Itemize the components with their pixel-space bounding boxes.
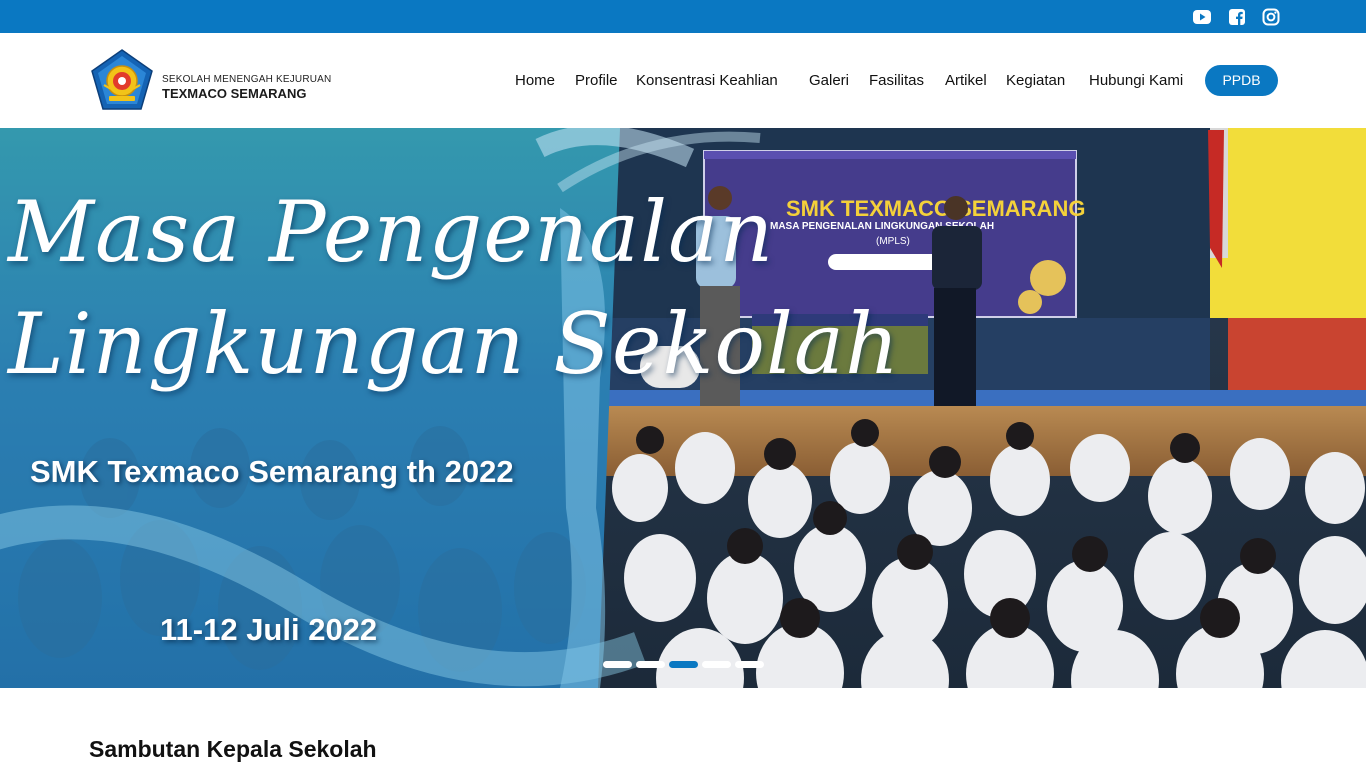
facebook-icon[interactable] [1228, 8, 1246, 26]
banner-title: SMK TEXMACO SEMARANG [786, 196, 1085, 221]
school-logo[interactable] [90, 49, 154, 111]
slider-dot-4[interactable] [702, 661, 731, 668]
nav-fasilitas[interactable]: Fasilitas [869, 71, 924, 91]
school-name: SEKOLAH MENENGAH KEJURUAN TEXMACO SEMARA… [162, 74, 331, 102]
nav-profile[interactable]: Profile [575, 71, 618, 91]
hero-title-line1: Masa Pengenalan [8, 183, 775, 281]
slider-dot-2[interactable] [636, 661, 665, 668]
slider-pagination [603, 661, 773, 669]
school-name-label: TEXMACO SEMARANG [162, 86, 307, 101]
school-type-label: SEKOLAH MENENGAH KEJURUAN [162, 74, 332, 85]
hero-date: 11-12 Juli 2022 [160, 612, 378, 647]
nav-konsentrasi-keahlian[interactable]: Konsentrasi Keahlian [636, 71, 778, 91]
hero-subtitle: SMK Texmaco Semarang th 2022 [30, 454, 514, 489]
top-bar [0, 0, 1366, 33]
banner-tag: (MPLS) [876, 236, 910, 247]
nav-artikel[interactable]: Artikel [945, 71, 987, 91]
nav-galeri[interactable]: Galeri [809, 71, 849, 91]
nav-kegiatan[interactable]: Kegiatan [1006, 71, 1065, 91]
site-header: SEKOLAH MENENGAH KEJURUAN TEXMACO SEMARA… [0, 33, 1366, 128]
slider-dot-3[interactable] [669, 661, 698, 668]
youtube-icon[interactable] [1193, 8, 1211, 26]
instagram-icon[interactable] [1262, 8, 1280, 26]
nav-hubungi-kami[interactable]: Hubungi Kami [1089, 71, 1183, 91]
slider-dot-5[interactable] [735, 661, 764, 668]
section-title: Sambutan Kepala Sekolah [89, 736, 377, 762]
slider-dot-1[interactable] [603, 661, 632, 668]
hero-title-line2: Lingkungan Sekolah [8, 295, 901, 393]
ppdb-button[interactable]: PPDB [1205, 65, 1278, 96]
nav-home[interactable]: Home [515, 71, 555, 91]
hero-title: Masa Pengenalan Lingkungan Sekolah [8, 176, 901, 400]
hero-slider[interactable]: SMK TEXMACO SEMARANG MASA PENGENALAN LIN… [0, 128, 1366, 688]
